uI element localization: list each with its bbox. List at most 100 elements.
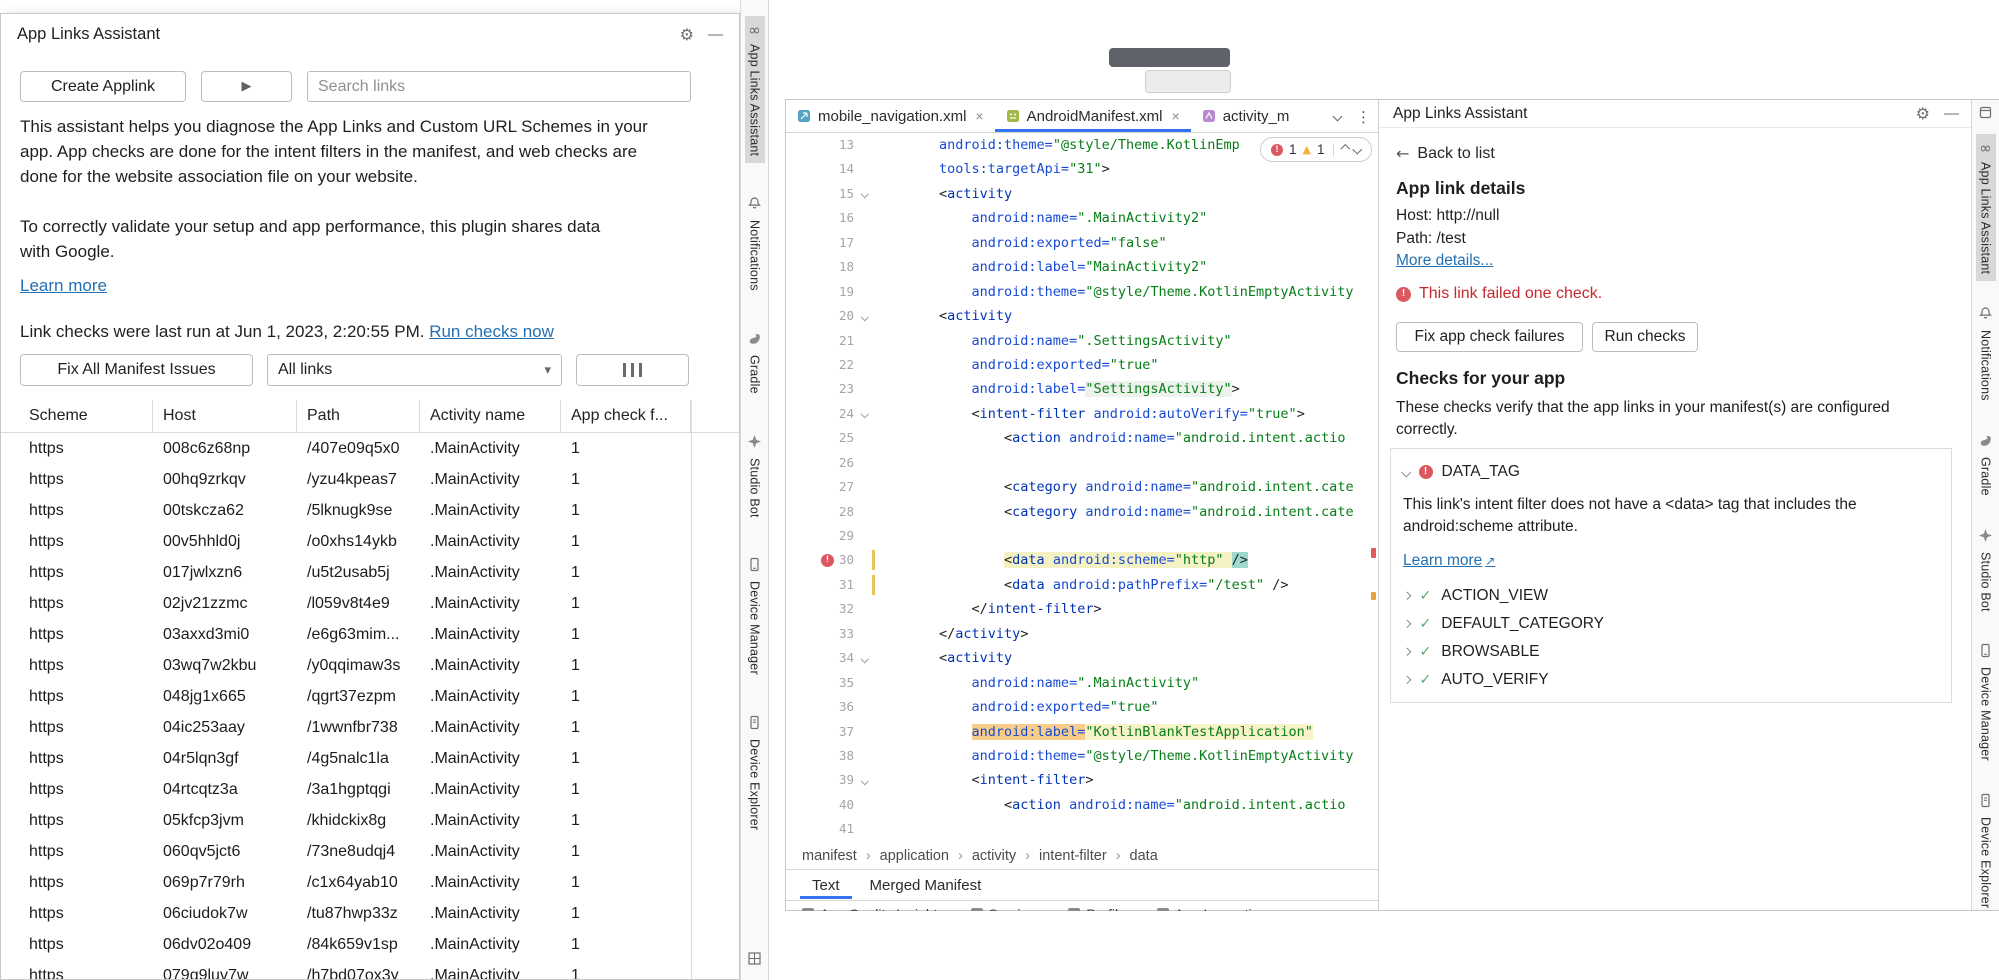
editor-tab-mobile_navigation.xml[interactable]: mobile_navigation.xml×: [786, 100, 995, 132]
code-line[interactable]: 18android:label="MainActivity2": [786, 255, 1378, 279]
minimize-icon[interactable]: —: [1944, 105, 1959, 122]
tool-strip-item-app-links-assistant[interactable]: ∞App Links Assistant: [1976, 134, 1996, 281]
code-line[interactable]: 31<data android:pathPrefix="/test" />: [786, 573, 1378, 597]
code-line[interactable]: 32</intent-filter>: [786, 597, 1378, 621]
code-line[interactable]: 40<action android:name="android.intent.a…: [786, 793, 1378, 817]
fold-icon[interactable]: [861, 410, 869, 418]
code-line[interactable]: 36android:exported="true": [786, 695, 1378, 719]
code-line[interactable]: 39<intent-filter>: [786, 768, 1378, 792]
table-row[interactable]: https03axxd3mi0/e6g63mim....MainActivity…: [1, 619, 739, 650]
breadcrumb-item[interactable]: data: [1130, 848, 1158, 864]
column-header[interactable]: Activity name: [420, 400, 561, 432]
close-icon[interactable]: ×: [975, 108, 983, 124]
breadcrumb-item[interactable]: activity: [972, 848, 1016, 864]
tool-strip-item-studio-bot[interactable]: Studio Bot: [1975, 521, 1996, 619]
code-line[interactable]: 19android:theme="@style/Theme.KotlinEmpt…: [786, 280, 1378, 304]
code-line[interactable]: 34<activity: [786, 646, 1378, 670]
links-filter-dropdown[interactable]: All links ▾: [267, 354, 562, 386]
tool-window-button[interactable]: App Quality Insights: [802, 906, 945, 911]
code-line[interactable]: 23android:label="SettingsActivity">: [786, 377, 1378, 401]
code-line[interactable]: 27<category android:name="android.intent…: [786, 475, 1378, 499]
editor-view-tab-text[interactable]: Text: [800, 872, 852, 899]
breadcrumb-item[interactable]: application: [880, 848, 949, 864]
table-row[interactable]: https02jv21zzmc/l059v8t4e9.MainActivity1: [1, 588, 739, 619]
code-line[interactable]: 15<activity: [786, 182, 1378, 206]
tool-window-button[interactable]: Profiler: [1068, 906, 1130, 911]
error-stripe-mark[interactable]: [1371, 548, 1376, 558]
back-to-list-link[interactable]: ← Back to list: [1396, 144, 1495, 163]
column-header[interactable]: Scheme: [29, 400, 153, 432]
tool-strip-item-device-manager[interactable]: Device Manager: [1975, 636, 1996, 768]
tool-strip-item-device-explorer[interactable]: Device Explorer: [744, 708, 765, 837]
tool-strip-item-gradle[interactable]: Gradle: [744, 324, 765, 401]
table-row[interactable]: https069p7r79rh/c1x64yab10.MainActivity1: [1, 867, 739, 898]
breadcrumb-item[interactable]: intent-filter: [1039, 848, 1107, 864]
layout-inspector-icon[interactable]: [741, 951, 768, 966]
previous-issue-icon[interactable]: [1340, 145, 1349, 154]
code-line[interactable]: 38android:theme="@style/Theme.KotlinEmpt…: [786, 744, 1378, 768]
table-row[interactable]: https00tskcza62/5lknugk9se.MainActivity1: [1, 495, 739, 526]
inspections-widget[interactable]: ! 1 ▲ 1: [1260, 137, 1372, 162]
code-editor[interactable]: 13android:theme="@style/Theme.KotlinEmp1…: [786, 133, 1378, 842]
table-row[interactable]: https04ic253aay/1wwnfbr738.MainActivity1: [1, 712, 739, 743]
code-line[interactable]: 22android:exported="true": [786, 353, 1378, 377]
learn-more-link[interactable]: Learn more: [20, 276, 107, 296]
column-header[interactable]: Path: [297, 400, 420, 432]
next-issue-icon[interactable]: [1353, 145, 1362, 154]
code-line[interactable]: 29: [786, 524, 1378, 548]
editor-tab-activity_m[interactable]: activity_m: [1191, 100, 1301, 132]
more-options-icon[interactable]: ⋮: [1356, 108, 1371, 126]
tool-strip-item-device-manager[interactable]: Device Manager: [744, 550, 765, 682]
editor-view-tab-merged-manifest[interactable]: Merged Manifest: [858, 872, 994, 899]
code-line[interactable]: 16android:name=".MainActivity2": [786, 206, 1378, 230]
check-row-default_category[interactable]: ✓DEFAULT_CATEGORY: [1391, 610, 1951, 638]
code-line[interactable]: 17android:exported="false": [786, 231, 1378, 255]
toggle-columns-button[interactable]: [576, 354, 689, 386]
search-links-input[interactable]: [307, 71, 691, 102]
table-row[interactable]: https04r5lqn3gf/4g5nalc1la.MainActivity1: [1, 743, 739, 774]
close-icon[interactable]: ×: [1172, 108, 1180, 124]
tool-window-button[interactable]: App Inspection: [1157, 906, 1268, 911]
run-checks-now-link[interactable]: Run checks now: [429, 322, 554, 341]
fold-icon[interactable]: [861, 190, 869, 198]
code-line[interactable]: 24<intent-filter android:autoVerify="tru…: [786, 402, 1378, 426]
table-row[interactable]: https00v5hhld0j/o0xhs14ykb.MainActivity1: [1, 526, 739, 557]
learn-more-link[interactable]: Learn more ↗: [1403, 552, 1495, 570]
code-line[interactable]: 25<action android:name="android.intent.a…: [786, 426, 1378, 450]
code-line[interactable]: 41: [786, 817, 1378, 841]
fix-app-check-failures-button[interactable]: Fix app check failures: [1396, 322, 1583, 352]
tabs-dropdown-icon[interactable]: [1333, 112, 1343, 122]
gear-icon[interactable]: ⚙: [1916, 104, 1930, 123]
tool-strip-item-app-links-assistant[interactable]: ∞App Links Assistant: [745, 16, 765, 163]
table-row[interactable]: https008c6z68np/407e09q5x0.MainActivity1: [1, 433, 739, 464]
table-row[interactable]: https05kfcp3jvm/khidckix8g.MainActivity1: [1, 805, 739, 836]
tool-strip-item-device-explorer[interactable]: Device Explorer: [1975, 786, 1996, 915]
tool-strip-item-notifications[interactable]: Notifications: [744, 189, 765, 298]
window-icon[interactable]: [1979, 106, 1992, 124]
column-header[interactable]: Host: [153, 400, 297, 432]
table-row[interactable]: https060qv5jct6/73ne8udqj4.MainActivity1: [1, 836, 739, 867]
code-line[interactable]: 21android:name=".SettingsActivity": [786, 329, 1378, 353]
code-line[interactable]: 20<activity: [786, 304, 1378, 328]
fold-icon[interactable]: [861, 777, 869, 785]
run-button[interactable]: ▶: [201, 71, 292, 102]
table-row[interactable]: https048jg1x665/qgrt37ezpm.MainActivity1: [1, 681, 739, 712]
table-row[interactable]: https017jwlxzn6/u5t2usab5j.MainActivity1: [1, 557, 739, 588]
check-row-auto_verify[interactable]: ✓AUTO_VERIFY: [1391, 666, 1951, 694]
table-row[interactable]: https079g9luv7w/h7bd07ox3y.MainActivity1: [1, 960, 739, 979]
fold-icon[interactable]: [861, 312, 869, 320]
run-checks-button[interactable]: Run checks: [1592, 322, 1698, 352]
tool-strip-item-notifications[interactable]: Notifications: [1975, 299, 1996, 408]
check-row-action_view[interactable]: ✓ACTION_VIEW: [1391, 582, 1951, 610]
table-row[interactable]: https00hq9zrkqv/yzu4kpeas7.MainActivity1: [1, 464, 739, 495]
create-applink-button[interactable]: Create Applink: [20, 71, 186, 102]
code-line[interactable]: 35android:name=".MainActivity": [786, 671, 1378, 695]
tool-strip-item-studio-bot[interactable]: Studio Bot: [744, 427, 765, 525]
code-line[interactable]: 33</activity>: [786, 622, 1378, 646]
table-row[interactable]: https04rtcqtz3a/3a1hgptqgi.MainActivity1: [1, 774, 739, 805]
breadcrumb-item[interactable]: manifest: [802, 848, 857, 864]
gear-icon[interactable]: ⚙: [680, 25, 694, 44]
table-row[interactable]: https06dv02o409/84k659v1sp.MainActivity1: [1, 929, 739, 960]
warning-stripe-mark[interactable]: [1371, 592, 1376, 600]
column-header[interactable]: App check f...: [561, 400, 691, 432]
